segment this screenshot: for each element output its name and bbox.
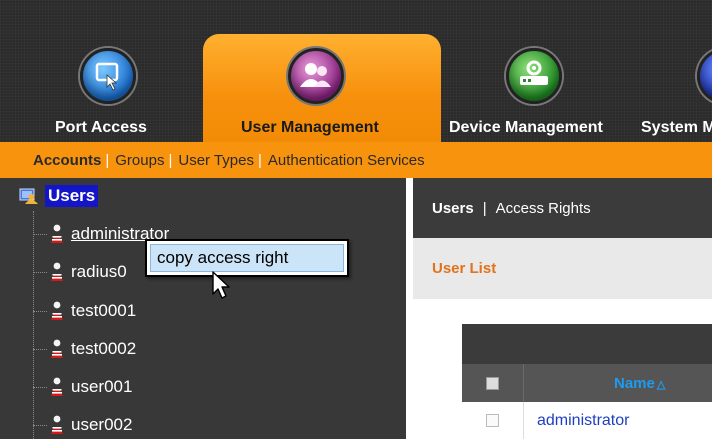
tree-item-label: radius0: [71, 262, 127, 281]
tree-connector: [33, 424, 47, 426]
tree-item-radius0[interactable]: radius0: [33, 260, 127, 284]
mouse-cursor-icon: [212, 271, 230, 299]
top-navigation: Port Access User Management Device Manag…: [0, 0, 712, 142]
port-access-icon: [80, 48, 136, 104]
users-folder-icon: [19, 188, 38, 204]
row-checkbox[interactable]: [486, 414, 499, 427]
tab-system-label: System M: [641, 119, 712, 136]
tree-connector: [33, 271, 47, 273]
tree-item-test0001[interactable]: test0001: [33, 299, 136, 323]
table-title-bar: [462, 324, 712, 364]
tree-item-label: test0001: [71, 301, 137, 320]
table-row: administrator: [462, 402, 712, 439]
header-separator: |: [482, 199, 487, 217]
column-header-name-label: Name: [614, 374, 655, 392]
tree-item-user002[interactable]: user002: [33, 413, 132, 437]
tree-connector: [33, 386, 47, 388]
subnav-user-types[interactable]: User Types: [178, 152, 254, 169]
row-checkbox-cell: [462, 402, 524, 439]
user-icon: [51, 262, 63, 281]
right-panel: Users | Access Rights User List Name △ ad…: [406, 178, 712, 439]
tab-device-management-label: Device Management: [449, 119, 603, 136]
sub-navigation: Accounts | Groups | User Types | Authent…: [0, 142, 712, 178]
context-menu-copy-access-right[interactable]: copy access right: [150, 244, 344, 272]
tab-device-management[interactable]: Device Management: [441, 0, 641, 142]
tab-port-access-label: Port Access: [55, 119, 147, 136]
subnav-groups[interactable]: Groups: [115, 152, 164, 169]
tab-user-management[interactable]: User Management: [203, 0, 441, 142]
header-tab-users[interactable]: Users: [432, 200, 474, 217]
row-name-link[interactable]: administrator: [537, 412, 629, 430]
tree-item-label: user002: [71, 415, 133, 434]
user-management-icon: [288, 48, 344, 104]
tree-connector: [33, 310, 47, 312]
subnav-authentication-services[interactable]: Authentication Services: [268, 152, 425, 169]
device-management-icon: [506, 48, 562, 104]
tree-item-test0002[interactable]: test0002: [33, 337, 136, 361]
tree-root-users[interactable]: Users: [19, 185, 99, 207]
section-bar: User List: [413, 238, 712, 299]
user-icon: [51, 377, 63, 396]
section-title: User List: [432, 260, 497, 277]
user-icon: [51, 339, 63, 358]
tree-item-label: user001: [71, 377, 133, 396]
user-icon: [51, 415, 63, 434]
tree-item-user001[interactable]: user001: [33, 375, 132, 399]
subnav-accounts[interactable]: Accounts: [33, 152, 101, 169]
select-all-checkbox[interactable]: [486, 376, 499, 390]
subnav-separator: |: [168, 151, 173, 169]
context-menu: copy access right: [145, 239, 349, 277]
sort-indicator-icon: △: [656, 378, 666, 391]
system-icon: [697, 48, 712, 104]
tab-system[interactable]: System M: [641, 0, 712, 142]
tab-user-management-label: User Management: [241, 119, 379, 136]
header-tab-access-rights[interactable]: Access Rights: [496, 200, 591, 217]
tree-connector: [33, 348, 47, 350]
tree-connector: [33, 233, 47, 235]
tab-port-access[interactable]: Port Access: [0, 0, 203, 142]
users-tree: Users administrator radius0 test0001 tes…: [0, 178, 406, 439]
subnav-separator: |: [105, 151, 110, 169]
user-icon: [51, 224, 63, 243]
subnav-separator: |: [257, 151, 262, 169]
header-checkbox-cell: [462, 364, 524, 402]
column-header-name[interactable]: Name △: [614, 375, 665, 392]
panel-header: Users | Access Rights: [413, 178, 712, 238]
table-header-row: Name △: [462, 364, 712, 402]
user-icon: [51, 301, 63, 320]
tree-item-label: test0002: [71, 339, 137, 358]
tree-root-label: Users: [45, 185, 99, 207]
